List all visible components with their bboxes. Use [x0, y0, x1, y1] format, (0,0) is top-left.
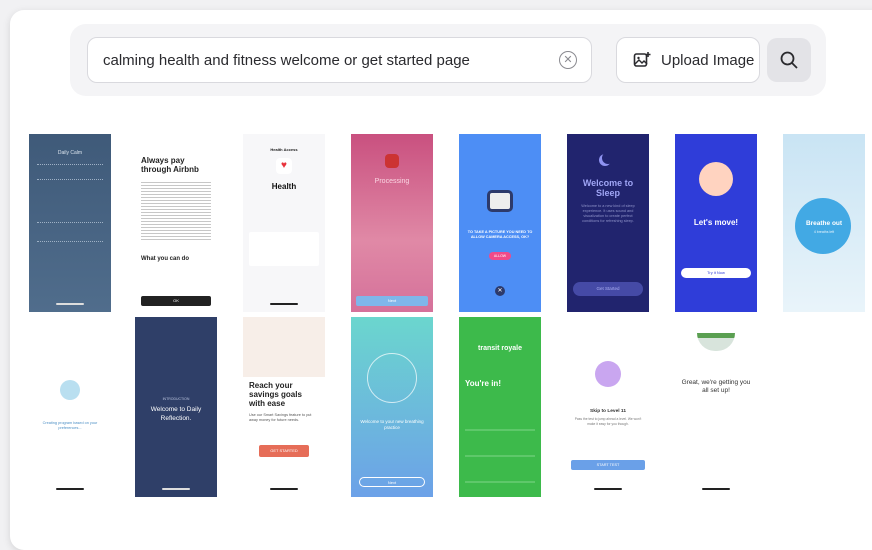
- thumb-button[interactable]: OK: [141, 296, 211, 306]
- thumbnail-daily-reflection[interactable]: INTRODUCTION Welcome to Daily Reflection…: [135, 317, 217, 497]
- thumbnail-health-access[interactable]: Health Access ♥ Health: [243, 134, 325, 312]
- thumb-title: Creating program based on your preferenc…: [42, 421, 98, 430]
- thumb-title: Reach your savings goals with ease: [249, 381, 302, 408]
- thumb-button[interactable]: Next: [356, 296, 428, 306]
- thumb-title: Processing: [374, 178, 410, 185]
- foam-finger-icon: [699, 162, 733, 196]
- thumbnail-getting-set-up[interactable]: Great, we're getting you all set up!: [675, 317, 757, 497]
- thumb-title: TO TAKE A PICTURE YOU NEED TO ALLOW CAME…: [467, 230, 533, 239]
- thumb-title: Daily Calm: [57, 150, 83, 156]
- home-indicator: [594, 488, 622, 490]
- thumb-subtitle: Use our Smart Savings feature to put awa…: [249, 413, 312, 422]
- thumbnail-processing[interactable]: Processing Next: [351, 134, 433, 312]
- thumb-button[interactable]: Try it Now: [681, 268, 751, 278]
- thumbnail-transit-royale[interactable]: transit royale You're in!: [459, 317, 541, 497]
- magnifier-icon: [780, 51, 798, 69]
- image-upload-icon: [633, 52, 651, 67]
- search-input[interactable]: calming health and fitness welcome or ge…: [87, 37, 592, 83]
- clear-circle-icon[interactable]: ✕: [559, 51, 577, 69]
- thumb-title: Always pay through Airbnb: [141, 156, 199, 174]
- home-indicator: [56, 303, 84, 305]
- thumbnail-lets-move[interactable]: Let's move! Try it Now: [675, 134, 757, 312]
- thumb-button[interactable]: GET STARTED: [259, 445, 309, 457]
- processing-icon: [385, 154, 399, 168]
- thumb-title: Skip to Level 11: [590, 409, 626, 414]
- thumb-text-block: [37, 164, 103, 180]
- thumbnail-breathe-out[interactable]: Breathe out 4 breaths left: [783, 134, 865, 312]
- thumb-title: Welcome to Sleep: [582, 178, 634, 198]
- thumb-top: Health Access: [270, 147, 298, 152]
- heart-icon: ♥: [276, 158, 292, 174]
- search-query-text: calming health and fitness welcome or ge…: [103, 51, 470, 69]
- salad-bowl-icon: [697, 333, 735, 351]
- thumb-title: Health: [271, 182, 297, 191]
- thumb-button[interactable]: START TEST: [571, 460, 645, 470]
- thumb-body-lines: [141, 180, 211, 240]
- home-indicator: [56, 488, 84, 490]
- home-indicator: [270, 488, 298, 490]
- thumb-title: Welcome to your new breathing practice: [360, 419, 424, 430]
- camera-icon: [487, 190, 513, 212]
- upload-image-label: Upload Image: [661, 51, 755, 69]
- home-indicator: [270, 303, 298, 305]
- thumb-title: Let's move!: [693, 218, 739, 227]
- thumb-subtitle: Pass the test to jump ahead a level. We …: [574, 417, 642, 426]
- search-button[interactable]: [767, 38, 811, 82]
- breath-circle: [367, 353, 417, 403]
- moon-icon: [602, 152, 614, 164]
- thumb-subtitle: What you can do: [141, 256, 189, 262]
- thumbnail-airbnb-pay[interactable]: Always pay through Airbnb What you can d…: [135, 134, 217, 312]
- close-icon[interactable]: ✕: [495, 286, 505, 296]
- home-indicator: [702, 488, 730, 490]
- thumb-top: INTRODUCTION: [162, 397, 190, 401]
- thumbnail-skip-level[interactable]: Skip to Level 11 Pass the test to jump a…: [567, 317, 649, 497]
- thumb-button[interactable]: Get Started: [573, 282, 643, 296]
- home-indicator: [162, 488, 190, 490]
- search-bar: calming health and fitness welcome or ge…: [70, 24, 826, 96]
- permission-list: [249, 232, 319, 266]
- thumb-button[interactable]: ALLOW: [489, 252, 511, 260]
- upload-image-button[interactable]: Upload Image: [616, 37, 760, 83]
- thumb-title: Welcome to Daily Reflection.: [150, 406, 202, 422]
- thumb-subtitle: Welcome to a new kind of sleep experienc…: [581, 204, 635, 223]
- thumb-top: transit royale: [478, 345, 522, 352]
- illustration: [243, 317, 325, 377]
- feature-list: [465, 405, 535, 489]
- thumb-title: Breathe out: [805, 220, 843, 227]
- egg-icon: [595, 361, 621, 387]
- thumbnail-camera-access[interactable]: TO TAKE A PICTURE YOU NEED TO ALLOW CAME…: [459, 134, 541, 312]
- avatar: [60, 380, 80, 400]
- thumb-subtitle: 4 breaths left: [813, 230, 835, 234]
- thumbnail-savings-goals[interactable]: Reach your savings goals with ease Use o…: [243, 317, 325, 497]
- thumbnail-breathing-practice[interactable]: Welcome to your new breathing practice N…: [351, 317, 433, 497]
- thumb-title: You're in!: [465, 379, 501, 388]
- thumb-button[interactable]: Next: [359, 477, 425, 487]
- thumbnail-daily-calm[interactable]: Daily Calm: [29, 134, 111, 312]
- thumb-text-block: [37, 222, 103, 242]
- thumbnail-welcome-sleep[interactable]: Welcome to Sleep Welcome to a new kind o…: [567, 134, 649, 312]
- thumb-title: Great, we're getting you all set up!: [681, 379, 751, 394]
- thumbnail-creating-program[interactable]: Creating program based on your preferenc…: [29, 317, 111, 497]
